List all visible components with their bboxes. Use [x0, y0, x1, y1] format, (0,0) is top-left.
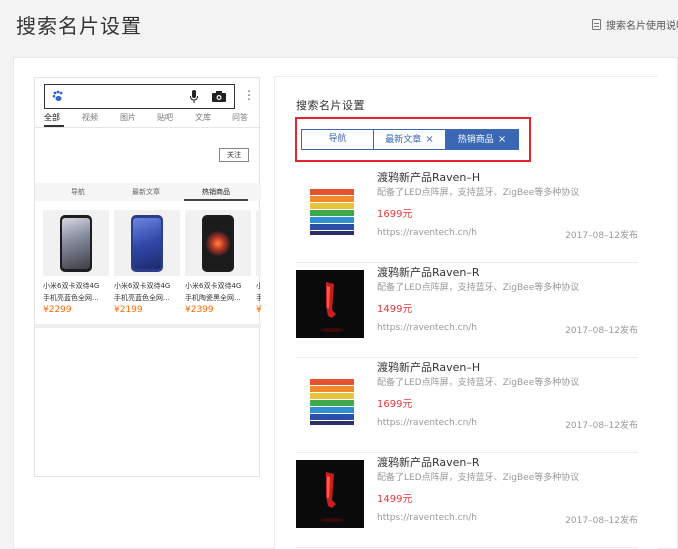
preview-search-box[interactable] [44, 84, 235, 109]
item-description: 配备了LED点阵屏，支持蓝牙、ZigBee等多种协议 [377, 378, 580, 388]
mobile-preview: ⋮ 全部 视频 图片 贴吧 文库 问答 关注 导航 最新文章 热销商品 小米6双… [34, 77, 261, 477]
item-date: 2017–08–12发布 [565, 516, 638, 526]
card-tab-nav[interactable]: 导航 [71, 187, 85, 197]
card-tab-products[interactable]: 热销商品 [202, 187, 230, 197]
preview-tab-video[interactable]: 视频 [82, 112, 98, 123]
item-description: 配备了LED点阵屏，支持蓝牙、ZigBee等多种协议 [377, 188, 580, 198]
tag-label: 导航 [328, 134, 347, 144]
more-vertical-icon[interactable]: ⋮ [243, 89, 255, 101]
tag-latest-articles[interactable]: 最新文章 × [373, 129, 446, 150]
list-item[interactable]: 渡鸦新产品Raven–R 配备了LED点阵屏，支持蓝牙、ZigBee等多种协议 … [296, 454, 638, 548]
page-title: 搜索名片设置 [16, 14, 142, 38]
tag-hot-products[interactable]: 热销商品 × [445, 129, 519, 150]
product-thumbnail [296, 460, 364, 528]
close-icon[interactable]: × [498, 134, 506, 145]
product-image [185, 210, 251, 276]
item-date: 2017–08–12发布 [565, 421, 638, 431]
help-link[interactable]: 搜索名片使用说明 [592, 17, 678, 32]
product-image [256, 210, 261, 276]
product-card[interactable]: 小米6双卡双待4G 手机陶瓷黑全网... ¥2399 [185, 210, 253, 316]
product-thumbnail [296, 175, 364, 243]
product-price: ¥2299 [43, 305, 72, 315]
tag-nav[interactable]: 导航 [301, 129, 374, 150]
item-url[interactable]: https://raventech.cn/h [377, 418, 477, 428]
product-card[interactable]: 小 手 ¥ [256, 210, 261, 316]
product-subtitle: 手机陶瓷黑全网... [185, 294, 241, 302]
item-title: 渡鸦新产品Raven–H [377, 361, 481, 374]
product-price: ¥ [256, 305, 261, 315]
item-date: 2017–08–12发布 [565, 231, 638, 241]
item-price: 1499元 [377, 304, 413, 315]
product-image [114, 210, 180, 276]
item-url[interactable]: https://raventech.cn/h [377, 513, 477, 523]
help-link-label: 搜索名片使用说明 [606, 21, 678, 32]
product-price: ¥2199 [114, 305, 143, 315]
divider [35, 127, 261, 128]
follow-button[interactable]: 关注 [219, 148, 249, 162]
item-price: 1699元 [377, 399, 413, 410]
product-thumbnail [296, 365, 364, 433]
document-icon [592, 19, 601, 30]
preview-tab-image[interactable]: 图片 [120, 112, 136, 123]
item-price: 1499元 [377, 494, 413, 505]
preview-tab-tieba[interactable]: 贴吧 [157, 112, 173, 123]
product-subtitle: 手机亮蓝色全网... [43, 294, 99, 302]
baidu-paw-icon [52, 90, 63, 101]
list-item[interactable]: 渡鸦新产品Raven–H 配备了LED点阵屏，支持蓝牙、ZigBee等多种协议 … [296, 169, 638, 263]
list-item[interactable]: 渡鸦新产品Raven–H 配备了LED点阵屏，支持蓝牙、ZigBee等多种协议 … [296, 359, 638, 453]
product-name: 小 [256, 282, 261, 290]
item-description: 配备了LED点阵屏，支持蓝牙、ZigBee等多种协议 [377, 283, 580, 293]
tag-highlight-box: 导航 最新文章 × 热销商品 × [295, 117, 531, 162]
product-thumbnail [296, 270, 364, 338]
product-card[interactable]: 小米6双卡双待4G 手机亮蓝色全网... ¥2199 [114, 210, 182, 316]
item-price: 1699元 [377, 209, 413, 220]
product-price: ¥2399 [185, 305, 214, 315]
item-title: 渡鸦新产品Raven–H [377, 171, 481, 184]
preview-tab-qa[interactable]: 问答 [232, 112, 248, 123]
preview-tab-all[interactable]: 全部 [44, 112, 60, 123]
product-image [43, 210, 109, 276]
microphone-icon[interactable] [189, 90, 199, 104]
close-icon[interactable]: × [425, 134, 433, 145]
settings-panel: 搜索名片设置 导航 最新文章 × 热销商品 × 渡鸦新产品Raven–H 配备了… [274, 76, 658, 549]
item-title: 渡鸦新产品Raven–R [377, 266, 480, 279]
item-url[interactable]: https://raventech.cn/h [377, 228, 477, 238]
product-subtitle: 手机亮蓝色全网... [114, 294, 170, 302]
product-name: 小米6双卡双待4G [114, 282, 171, 290]
preview-tab-wenku[interactable]: 文库 [195, 112, 211, 123]
product-name: 小米6双卡双待4G [43, 282, 100, 290]
card-tab-articles[interactable]: 最新文章 [132, 187, 160, 197]
preview-product-list: 小米6双卡双待4G 手机亮蓝色全网... ¥2299 小米6双卡双待4G 手机亮… [35, 201, 261, 316]
product-card[interactable]: 小米6双卡双待4G 手机亮蓝色全网... ¥2299 [43, 210, 111, 316]
item-title: 渡鸦新产品Raven–R [377, 456, 480, 469]
tag-label: 最新文章 [385, 135, 422, 145]
tag-label: 热销商品 [457, 135, 494, 145]
item-date: 2017–08–12发布 [565, 326, 638, 336]
preview-card-tabs: 导航 最新文章 热销商品 [35, 183, 261, 201]
product-subtitle: 手 [256, 294, 261, 302]
camera-icon[interactable] [212, 91, 226, 102]
product-name: 小米6双卡双待4G [185, 282, 242, 290]
item-description: 配备了LED点阵屏，支持蓝牙、ZigBee等多种协议 [377, 473, 580, 483]
item-url[interactable]: https://raventech.cn/h [377, 323, 477, 333]
settings-title: 搜索名片设置 [296, 99, 365, 112]
module-tag-group: 导航 最新文章 × 热销商品 × [301, 129, 519, 150]
divider [35, 324, 261, 328]
list-item[interactable]: 渡鸦新产品Raven–R 配备了LED点阵屏，支持蓝牙、ZigBee等多种协议 … [296, 264, 638, 358]
